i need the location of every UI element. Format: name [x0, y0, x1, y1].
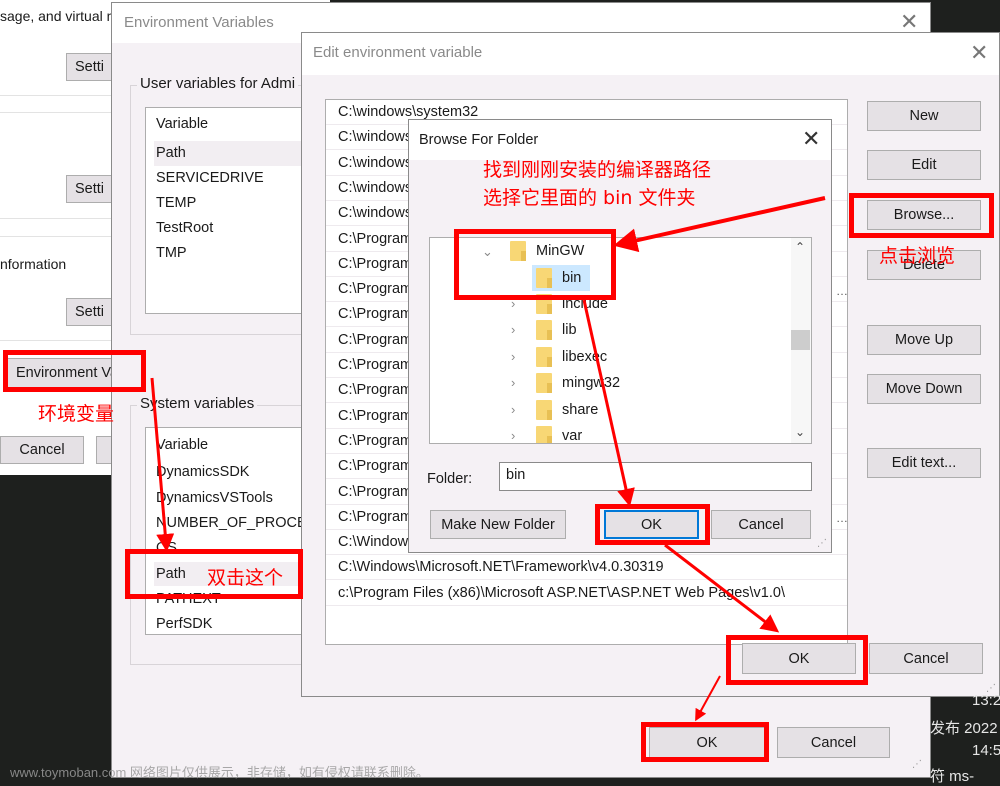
resize-grip-icon[interactable]: ⋰	[912, 759, 922, 770]
user-variables-list[interactable]: Variable Path SERVICEDRIVE TEMP TestRoot…	[145, 107, 315, 314]
tree-item-mingw32[interactable]: mingw32	[536, 373, 620, 393]
folder-label: Folder:	[427, 471, 473, 487]
folder-icon	[536, 400, 552, 420]
system-variable-row[interactable]: DynamicsVSTools	[156, 490, 273, 506]
resize-grip-icon[interactable]: ⋰	[817, 538, 827, 549]
tree-item-share[interactable]: share	[536, 400, 598, 420]
overflow-dots: …	[836, 284, 848, 298]
system-variable-row[interactable]: DynamicsSDK	[156, 464, 249, 480]
system-variables-label: System variables	[137, 395, 258, 412]
annotation-double-click: 双击这个	[207, 567, 284, 589]
new-button[interactable]: New	[867, 101, 981, 131]
highlight-env-vars-button	[3, 350, 146, 392]
tree-item-label: mingw32	[562, 375, 621, 391]
highlight-browse-ok	[595, 504, 710, 545]
edit-text-button[interactable]: Edit text...	[867, 448, 981, 478]
user-variables-label: User variables for Admi	[137, 75, 299, 92]
publish-fragment: 发布 2022	[930, 720, 998, 737]
annotation-env-vars: 环境变量	[38, 403, 115, 425]
path-list-item[interactable]: c:\Program Files (x86)\Microsoft ASP.NET…	[326, 581, 847, 606]
system-variables-list[interactable]: Variable DynamicsSDK DynamicsVSTools NUM…	[145, 427, 315, 635]
browse-title: Browse For Folder	[419, 132, 539, 148]
overflow-dots: …	[836, 511, 848, 525]
user-variable-header[interactable]: Variable	[156, 116, 208, 132]
path-list-item[interactable]: C:\Windows\Microsoft.NET\Framework\v4.0.…	[326, 555, 847, 581]
highlight-bin-folder	[454, 229, 616, 300]
scroll-up-icon[interactable]: ⌃	[795, 240, 805, 254]
folder-input[interactable]: bin	[499, 462, 812, 491]
tree-item-var[interactable]: var	[536, 426, 583, 444]
folder-icon	[536, 320, 552, 340]
make-new-folder-button[interactable]: Make New Folder	[430, 510, 566, 539]
annotation-find-path-2: 选择它里面的 bin 文件夹	[483, 187, 696, 209]
startup-info-text: nformation	[0, 256, 67, 272]
misc-fragment: 符 ms-	[930, 768, 975, 785]
cancel-button-browse[interactable]: Cancel	[711, 510, 811, 539]
tree-item-label: var	[562, 428, 583, 444]
tree-item-label: lib	[562, 322, 577, 338]
clock-fragment: 14:5	[972, 742, 1000, 759]
highlight-browse-button	[849, 193, 994, 238]
cancel-button-sysprops[interactable]: Cancel	[0, 436, 84, 464]
system-variable-header[interactable]: Variable	[156, 437, 208, 453]
close-icon[interactable]: ✕	[802, 126, 820, 152]
edit-env-titlebar: Edit environment variable ✕	[302, 33, 999, 75]
chevron-right-icon[interactable]: ›	[511, 322, 515, 337]
move-down-button[interactable]: Move Down	[867, 374, 981, 404]
scrollbar-thumb[interactable]	[791, 330, 810, 350]
user-variable-row[interactable]: SERVICEDRIVE	[156, 170, 264, 186]
annotation-click-browse: 点击浏览	[879, 245, 956, 267]
close-icon[interactable]: ✕	[970, 40, 988, 66]
watermark: www.toymoban.com 网络图片仅供展示，非存储，如有侵权请联系删除。	[10, 765, 429, 780]
chevron-right-icon[interactable]: ›	[511, 349, 515, 364]
user-variable-row[interactable]: TEMP	[156, 195, 196, 211]
folder-icon	[536, 373, 552, 393]
scroll-down-icon[interactable]: ⌄	[795, 425, 805, 439]
tree-item-lib[interactable]: lib	[536, 320, 577, 340]
user-variable-row[interactable]: Path	[156, 145, 186, 161]
highlight-edit-ok	[726, 635, 868, 685]
user-variable-row[interactable]: TMP	[156, 245, 187, 261]
folder-icon	[536, 426, 552, 443]
virtual-memory-text: sage, and virtual m	[0, 8, 119, 24]
system-variable-row[interactable]: NUMBER_OF_PROCE	[156, 515, 307, 531]
cancel-button-edit-env[interactable]: Cancel	[869, 643, 983, 674]
edit-button[interactable]: Edit	[867, 150, 981, 180]
browse-titlebar: Browse For Folder ✕	[409, 120, 831, 160]
chevron-right-icon[interactable]: ›	[511, 375, 515, 390]
folder-icon	[536, 347, 552, 367]
clock-fragment: 13:2	[972, 692, 1000, 709]
tree-item-libexec[interactable]: libexec	[536, 347, 607, 367]
edit-env-title: Edit environment variable	[313, 44, 483, 61]
tree-scrollbar[interactable]: ⌃ ⌄	[791, 238, 811, 443]
tree-item-label: share	[562, 402, 599, 418]
tree-item-label: libexec	[562, 349, 608, 365]
cancel-button-env-vars[interactable]: Cancel	[777, 727, 890, 758]
move-up-button[interactable]: Move Up	[867, 325, 981, 355]
annotation-find-path-1: 找到刚刚安装的编译器路径	[483, 159, 712, 181]
chevron-right-icon[interactable]: ›	[511, 402, 515, 417]
chevron-right-icon[interactable]: ›	[511, 428, 515, 443]
env-vars-title: Environment Variables	[124, 14, 274, 31]
user-variable-row[interactable]: TestRoot	[156, 220, 213, 236]
system-variable-row[interactable]: PerfSDK	[156, 616, 212, 632]
highlight-env-ok	[641, 722, 769, 762]
